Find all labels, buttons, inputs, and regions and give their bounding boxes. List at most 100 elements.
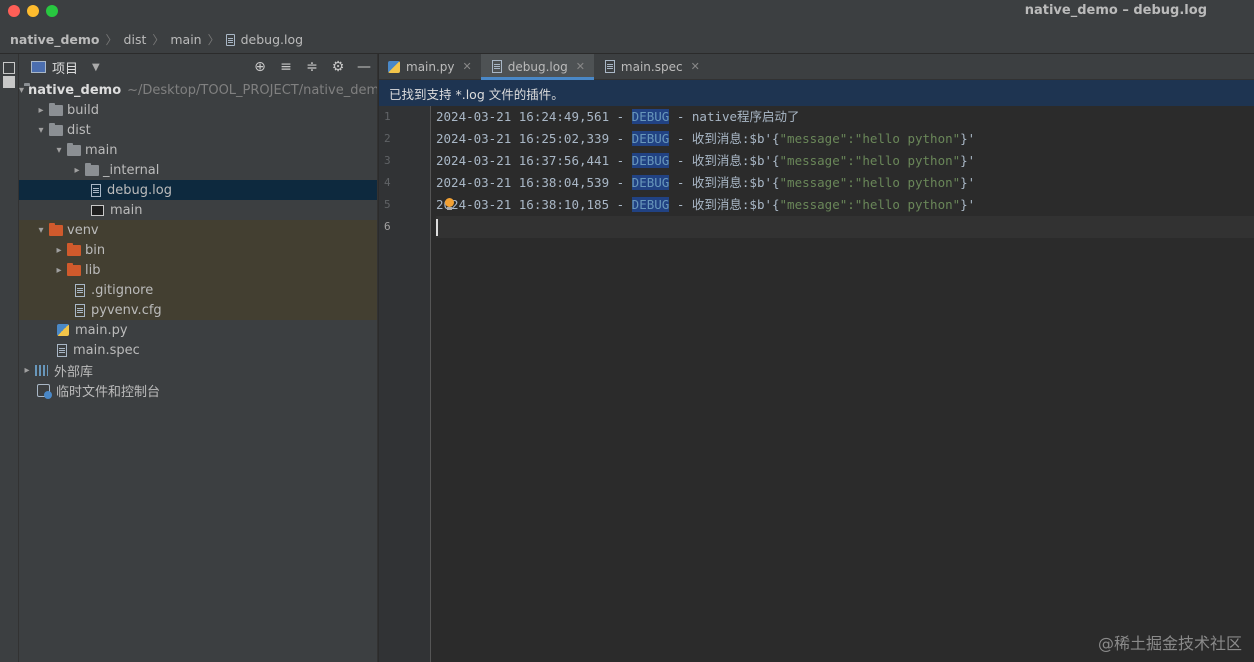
log-tail: }' (960, 153, 976, 168)
tree-item-venv[interactable]: ▾ venv (19, 220, 377, 240)
tree-item-main-exec[interactable]: main (19, 200, 377, 220)
code-editor[interactable]: 1 2 3 4 5 6 2024-03-21 16:24:49,561 - DE… (379, 106, 1254, 662)
project-panel-title[interactable]: 项目 (52, 58, 78, 77)
chevron-right-icon[interactable]: ▸ (51, 265, 67, 276)
tree-item-root[interactable]: ▾ native_demo ~/Desktop/TOOL_PROJECT/nat… (19, 80, 377, 100)
folder-icon (49, 222, 63, 236)
tree-item-bin[interactable]: ▸ bin (19, 240, 377, 260)
code-line[interactable]: 2024-03-21 16:25:02,339 - DEBUG - 收到消息:$… (436, 128, 1254, 150)
code-line-current[interactable] (436, 216, 1254, 238)
chevron-right-icon[interactable]: ▸ (19, 365, 35, 376)
text-file-icon (91, 183, 101, 197)
folder-icon (3, 76, 15, 88)
tree-item-label: main.spec (73, 342, 140, 358)
tree-item-label: dist (67, 122, 91, 138)
log-timestamp: 2024-03-21 16:24:49,561 - (436, 109, 632, 124)
tree-item-main-spec[interactable]: main.spec (19, 340, 377, 360)
text-file-icon (225, 33, 235, 46)
log-timestamp: 2024-03-21 16:37:56,441 - (436, 153, 632, 168)
tab-main-spec[interactable]: main.spec ✕ (594, 54, 709, 79)
text-caret (436, 219, 438, 236)
tree-item-main-dir[interactable]: ▾ main (19, 140, 377, 160)
zoom-window-button[interactable] (46, 5, 58, 17)
breadcrumb-item-file[interactable]: debug.log (241, 32, 303, 47)
breadcrumb-item-dist[interactable]: dist (124, 32, 147, 47)
window-title: native_demo – debug.log (1024, 3, 1207, 18)
tree-item-label: main (110, 202, 143, 218)
code-line[interactable]: 2024-03-21 16:37:56,441 - DEBUG - 收到消息:$… (436, 150, 1254, 172)
log-string: "message":"hello python" (779, 131, 961, 146)
tree-item-internal[interactable]: ▸ _internal (19, 160, 377, 180)
tree-item-gitignore[interactable]: .gitignore (19, 280, 377, 300)
ignore-file-icon (75, 283, 85, 297)
breadcrumb-item-project[interactable]: native_demo (10, 32, 100, 47)
plugin-suggestion-banner[interactable]: 已找到支持 *.log 文件的插件。 (379, 80, 1254, 106)
minimize-window-button[interactable] (27, 5, 39, 17)
close-icon[interactable]: ✕ (463, 60, 472, 73)
chevron-down-icon[interactable]: ▾ (51, 145, 67, 156)
chevron-right-icon: 〉 (207, 33, 220, 47)
tree-item-scratches[interactable]: 临时文件和控制台 (19, 380, 377, 400)
expand-all-icon[interactable]: ≡ (273, 59, 299, 75)
breadcrumb-item-main[interactable]: main (170, 32, 201, 47)
editor-area: main.py ✕ debug.log ✕ main.spec ✕ 已找到支持 … (379, 54, 1254, 662)
chevron-down-icon[interactable]: ▾ (33, 225, 49, 236)
tree-item-lib[interactable]: ▸ lib (19, 260, 377, 280)
python-file-icon (388, 60, 400, 73)
folder-icon (49, 102, 63, 116)
code-line[interactable]: 2024-03-21 16:38:04,539 - DEBUG - 收到消息:$… (436, 172, 1254, 194)
folder-icon (67, 242, 81, 256)
tree-item-label: build (67, 102, 99, 118)
gear-icon[interactable]: ⚙ (325, 59, 351, 75)
folder-icon (85, 162, 99, 176)
tree-item-label: native_demo (28, 82, 122, 98)
tab-main-py[interactable]: main.py ✕ (379, 54, 481, 79)
tree-item-debug-log[interactable]: debug.log (19, 180, 377, 200)
python-file-icon (57, 324, 69, 336)
log-level: DEBUG (631, 131, 670, 146)
tree-item-pyvenv[interactable]: pyvenv.cfg (19, 300, 377, 320)
log-string: "message":"hello python" (779, 153, 961, 168)
text-file-icon (604, 60, 615, 73)
collapse-all-icon[interactable]: ≑ (299, 59, 325, 75)
tab-label: debug.log (507, 59, 568, 74)
project-icon (3, 62, 15, 74)
banner-text: 已找到支持 *.log 文件的插件。 (389, 86, 564, 102)
chevron-right-icon[interactable]: ▸ (69, 165, 85, 176)
tree-item-label: 临时文件和控制台 (56, 384, 161, 400)
close-window-button[interactable] (8, 5, 20, 17)
line-number: 5 (384, 198, 391, 211)
log-string: "message":"hello python" (779, 175, 961, 190)
lightbulb-icon[interactable] (443, 198, 455, 212)
tree-item-main-py[interactable]: main.py (19, 320, 377, 340)
tree-item-label: main.py (75, 322, 128, 338)
log-message: - 收到消息:$b'{ (669, 131, 780, 146)
close-icon[interactable]: ✕ (691, 60, 700, 73)
gutter-divider (430, 106, 431, 662)
watermark: @稀土掘金技术社区 (1097, 634, 1242, 653)
chevron-right-icon[interactable]: ▸ (33, 105, 49, 116)
log-message: - 收到消息:$b'{ (669, 153, 780, 168)
tree-item-external-libraries[interactable]: ▸ 外部库 (19, 360, 377, 380)
log-message: - 收到消息:$b'{ (669, 197, 780, 212)
chevron-down-icon[interactable]: ▾ (33, 125, 49, 136)
tree-item-dist[interactable]: ▾ dist (19, 120, 377, 140)
hide-icon[interactable]: — (351, 59, 377, 75)
chevron-right-icon[interactable]: ▸ (51, 245, 67, 256)
code-line[interactable]: 2024-03-21 16:24:49,561 - DEBUG - native… (436, 106, 1254, 128)
title-bar: native_demo – debug.log (0, 0, 1254, 26)
close-icon[interactable]: ✕ (576, 60, 585, 73)
chevron-down-icon[interactable]: ▾ (19, 85, 24, 96)
line-number: 3 (384, 154, 391, 167)
chevron-down-icon[interactable]: ▼ (92, 62, 100, 73)
library-icon (35, 364, 48, 376)
tree-item-label: 外部库 (54, 364, 94, 380)
tree-item-label: debug.log (107, 182, 172, 198)
tree-item-build[interactable]: ▸ build (19, 100, 377, 120)
locate-icon[interactable]: ⊕ (247, 59, 273, 75)
code-line[interactable]: 2024-03-21 16:38:10,185 - DEBUG - 收到消息:$… (436, 194, 1254, 216)
tab-label: main.py (406, 59, 455, 74)
text-file-icon (57, 343, 67, 357)
project-tool-window-button[interactable] (1, 60, 17, 100)
tab-debug-log[interactable]: debug.log ✕ (480, 54, 595, 80)
